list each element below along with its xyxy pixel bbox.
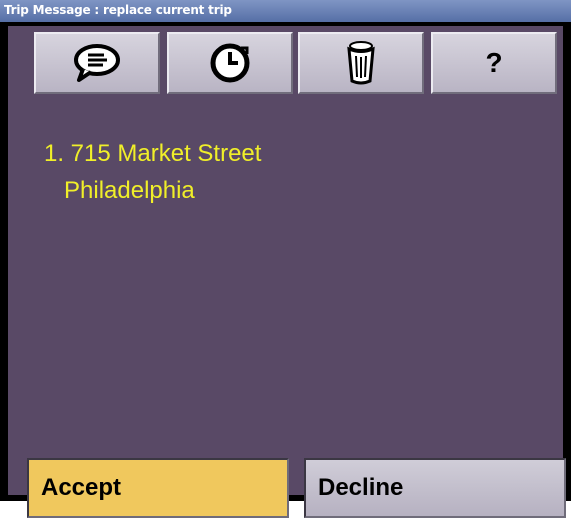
help-button[interactable]: ? xyxy=(431,32,557,94)
decline-button[interactable]: Decline xyxy=(304,458,566,518)
help-icon: ? xyxy=(485,47,503,78)
speech-bubble-icon xyxy=(74,44,120,82)
delete-button[interactable] xyxy=(298,32,424,94)
clock-history-icon xyxy=(210,43,250,83)
window-frame: Trip Message : replace current trip ? 1.… xyxy=(0,0,571,518)
trash-icon xyxy=(347,41,375,85)
window-title: Trip Message : replace current trip xyxy=(4,3,232,17)
trip-stop-address: 1. 715 Market Street xyxy=(44,140,262,167)
title-bar: Trip Message : replace current trip xyxy=(0,0,571,22)
decline-label: Decline xyxy=(318,474,404,501)
accept-label: Accept xyxy=(41,474,122,501)
trip-message-panel: ? 1. 715 Market Street Philadelphia Acce… xyxy=(8,26,566,518)
clock-button[interactable] xyxy=(167,32,293,94)
accept-button[interactable]: Accept xyxy=(27,458,289,518)
trip-stop-city: Philadelphia xyxy=(64,177,195,204)
message-button[interactable] xyxy=(34,32,160,94)
